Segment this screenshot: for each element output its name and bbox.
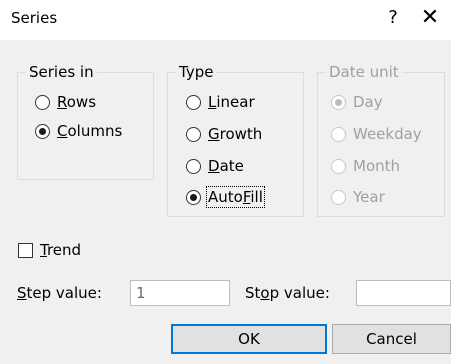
step-value-label: Step value: (17, 284, 102, 302)
date-unit-weekday-option: Weekday (331, 123, 422, 145)
day-radio (331, 94, 346, 110)
day-label: Day (353, 93, 383, 111)
type-linear-option[interactable]: Linear (186, 91, 255, 113)
series-in-legend: Series in (26, 62, 97, 82)
date-unit-day-option: Day (331, 91, 383, 113)
type-growth-option[interactable]: Growth (186, 123, 262, 145)
help-button[interactable]: ? (378, 0, 408, 38)
linear-radio[interactable] (186, 94, 201, 110)
year-radio (331, 189, 346, 205)
date-radio[interactable] (186, 158, 201, 174)
series-in-rows-option[interactable]: Rows (35, 91, 96, 113)
radio-selected-dot (39, 127, 46, 135)
linear-label: Linear (208, 93, 255, 111)
stop-value-label: Stop value: (245, 284, 330, 302)
stop-value-input[interactable] (356, 280, 451, 306)
cancel-button[interactable]: Cancel (332, 324, 451, 354)
growth-label: Growth (208, 125, 263, 143)
month-radio (331, 158, 346, 174)
radio-selected-dot (335, 98, 342, 106)
ok-button[interactable]: OK (171, 324, 327, 354)
columns-label: Columns (57, 122, 123, 140)
autofill-label: AutoFill (206, 186, 265, 208)
rows-radio[interactable] (35, 94, 50, 110)
step-value-input[interactable] (130, 280, 230, 306)
date-unit-legend: Date unit (326, 62, 402, 82)
trend-checkbox[interactable] (18, 242, 33, 258)
autofill-radio[interactable] (186, 189, 201, 205)
series-in-columns-option[interactable]: Columns (35, 120, 122, 142)
type-legend: Type (176, 62, 217, 82)
rows-label: Rows (57, 93, 97, 111)
growth-radio[interactable] (186, 126, 201, 142)
type-autofill-option[interactable]: AutoFill (186, 186, 265, 208)
radio-selected-dot (190, 193, 197, 201)
date-label: Date (208, 157, 244, 175)
trend-label: Trend (40, 241, 82, 259)
year-label: Year (353, 188, 385, 206)
type-date-option[interactable]: Date (186, 155, 244, 177)
weekday-radio (331, 126, 346, 142)
date-unit-year-option: Year (331, 186, 385, 208)
close-button[interactable]: ✕ (413, 0, 447, 38)
weekday-label: Weekday (353, 125, 422, 143)
columns-radio[interactable] (35, 123, 50, 139)
date-unit-month-option: Month (331, 155, 400, 177)
trend-option[interactable]: Trend (18, 239, 81, 261)
dialog-title: Series (11, 9, 58, 27)
month-label: Month (353, 157, 401, 175)
